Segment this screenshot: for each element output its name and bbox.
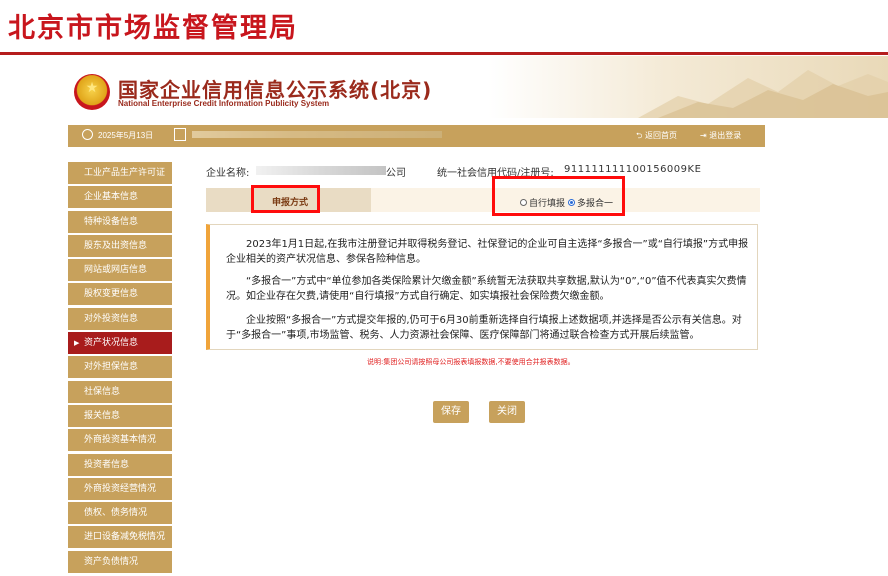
notice-paragraph-1: 2023年1月1日起,在我市注册登记并取得税务登记、社保登记的企业可自主选择“多… bbox=[226, 239, 749, 265]
notice-panel: 2023年1月1日起,在我市注册登记并取得税务登记、社保登记的企业可自主选择“多… bbox=[206, 224, 758, 350]
credit-code-value: 911111111100156009KE bbox=[564, 164, 702, 175]
back-home-link[interactable]: ⮌ 返回首页 bbox=[636, 130, 677, 144]
national-emblem-icon: ★ bbox=[74, 74, 110, 110]
logout-link[interactable]: ⇥ 退出登录 bbox=[700, 130, 741, 141]
sidebar-item-basic-info[interactable]: 企业基本信息 bbox=[68, 186, 172, 209]
notice-paragraph-2: “多报合一”方式中“单位参加各类保险累计欠缴金额”系统暂无法获取共享数据,默认为… bbox=[226, 276, 747, 302]
header-divider bbox=[0, 52, 888, 55]
mountain-decoration bbox=[638, 70, 888, 118]
sidebar-item-balance-sheet[interactable]: 资产负债情况 bbox=[68, 550, 172, 573]
sidebar-item-websites[interactable]: 网站或网店信息 bbox=[68, 259, 172, 282]
sidebar-item-industrial-license[interactable]: 工业产品生产许可证 bbox=[68, 162, 172, 184]
sidebar-item-guarantees[interactable]: 对外担保信息 bbox=[68, 356, 172, 379]
sidebar-item-shareholders[interactable]: 股东及出资信息 bbox=[68, 234, 172, 257]
highlight-report-label bbox=[251, 185, 320, 213]
sidebar-item-debts[interactable]: 债权、债务情况 bbox=[68, 502, 172, 525]
redacted-company-name bbox=[192, 131, 442, 138]
save-button[interactable]: 保存 bbox=[433, 401, 469, 423]
sidebar-item-investments[interactable]: 对外投资信息 bbox=[68, 307, 172, 330]
close-button[interactable]: 关闭 bbox=[489, 401, 525, 423]
sidebar-item-assets[interactable]: ▶ 资产状况信息 bbox=[68, 332, 172, 355]
bureau-title: 北京市市场监督管理局 bbox=[8, 13, 298, 44]
redacted-company-value bbox=[256, 166, 386, 175]
sidebar-item-special-equipment[interactable]: 特种设备信息 bbox=[68, 210, 172, 233]
sidebar-item-label: 资产状况信息 bbox=[84, 338, 139, 349]
sidebar-item-foreign-operations[interactable]: 外商投资经营情况 bbox=[68, 477, 172, 500]
current-date: 2025年5月13日 bbox=[98, 131, 154, 140]
return-icon: ⮌ bbox=[636, 131, 645, 140]
system-subtitle: National Enterprise Credit Information P… bbox=[118, 99, 330, 108]
clock-icon bbox=[82, 129, 93, 140]
sidebar-item-social-security[interactable]: 社保信息 bbox=[68, 380, 172, 403]
logout-icon: ⇥ bbox=[700, 131, 710, 140]
sidebar-item-foreign-basic[interactable]: 外商投资基本情况 bbox=[68, 429, 172, 452]
company-icon bbox=[174, 128, 186, 141]
logout-label: 退出登录 bbox=[709, 131, 742, 140]
instruction-note: 说明:集团公司请按照母公司报表填报数据,不要使用合并报表数据。 bbox=[367, 358, 575, 366]
sidebar-item-equity-change[interactable]: 股权变更信息 bbox=[68, 283, 172, 306]
sidebar-item-investors[interactable]: 投资者信息 bbox=[68, 453, 172, 476]
sidebar-nav: 工业产品生产许可证 企业基本信息 特种设备信息 股东及出资信息 网站或网店信息 … bbox=[68, 162, 172, 575]
company-name-label: 企业名称: bbox=[206, 168, 250, 179]
back-home-label: 返回首页 bbox=[644, 131, 677, 140]
company-name-tail: 公司 bbox=[386, 168, 406, 179]
sidebar-item-customs[interactable]: 报关信息 bbox=[68, 404, 172, 427]
active-arrow-icon: ▶ bbox=[74, 339, 80, 348]
highlight-report-options bbox=[492, 176, 625, 216]
notice-paragraph-3: 企业按照“多报合一”方式提交年报的,仍可于6月30前重新选择自行填报上述数据项,… bbox=[226, 315, 742, 341]
sidebar-item-import-tax[interactable]: 进口设备减免税情况 bbox=[68, 526, 172, 549]
